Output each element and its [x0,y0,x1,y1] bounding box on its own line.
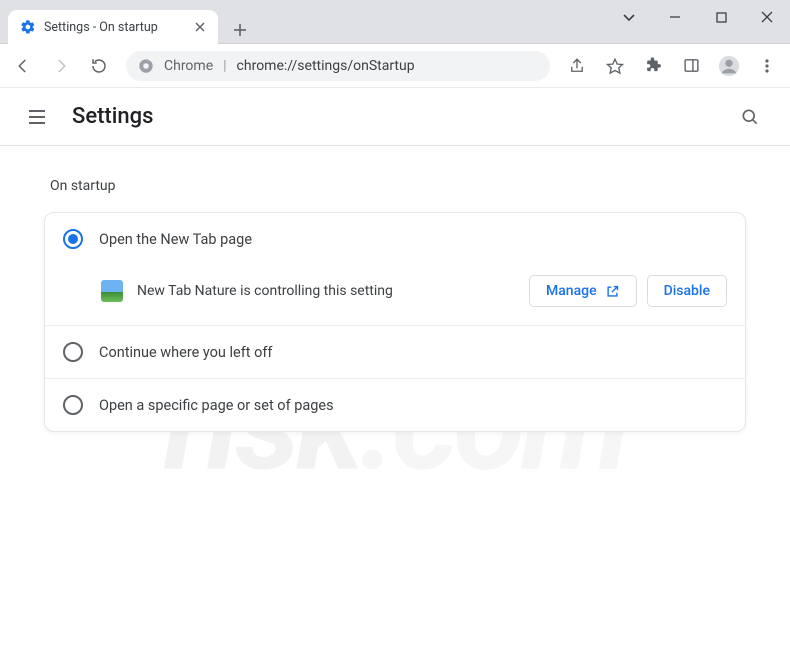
back-button[interactable] [6,49,40,83]
startup-options-card: Open the New Tab page New Tab Nature is … [44,212,746,432]
chrome-icon [138,58,154,74]
settings-content: On startup Open the New Tab page New Tab… [0,146,790,458]
extensions-icon[interactable] [636,49,670,83]
search-icon[interactable] [730,97,770,137]
section-title: On startup [50,178,740,194]
close-window-button[interactable] [744,0,790,34]
minimize-button[interactable] [652,0,698,34]
menu-icon[interactable] [750,49,784,83]
address-bar[interactable]: Chrome | chrome://settings/onStartup [126,51,550,81]
page-title: Settings [72,104,153,129]
share-icon[interactable] [560,49,594,83]
extension-control-notice: New Tab Nature is controlling this setti… [45,265,745,325]
manage-button[interactable]: Manage [529,275,637,307]
close-icon[interactable] [192,19,208,35]
radio-selected-icon[interactable] [63,229,83,249]
profile-avatar[interactable] [712,49,746,83]
settings-app-header: Settings [0,88,790,146]
omnibox-prefix: Chrome [164,58,213,74]
option-label: Open the New Tab page [99,231,252,248]
forward-button[interactable] [44,49,78,83]
option-open-new-tab[interactable]: Open the New Tab page [45,213,745,265]
browser-tab[interactable]: Settings - On startup [8,10,218,44]
reload-button[interactable] [82,49,116,83]
hamburger-menu-icon[interactable] [20,100,54,134]
option-specific-pages[interactable]: Open a specific page or set of pages [45,379,745,431]
chevron-down-icon[interactable] [606,0,652,34]
bookmark-icon[interactable] [598,49,632,83]
window-titlebar: Settings - On startup [0,0,790,44]
tab-title: Settings - On startup [44,20,158,35]
external-link-icon [605,284,620,299]
window-controls [606,0,790,34]
extension-notice-text: New Tab Nature is controlling this setti… [137,283,393,299]
tab-strip: Settings - On startup [0,0,254,44]
side-panel-icon[interactable] [674,49,708,83]
option-label: Open a specific page or set of pages [99,397,334,414]
omnibox-separator: | [223,58,226,74]
omnibox-url: chrome://settings/onStartup [237,58,415,74]
radio-unselected-icon[interactable] [63,395,83,415]
option-label: Continue where you left off [99,344,272,361]
manage-button-label: Manage [546,283,597,299]
browser-toolbar: Chrome | chrome://settings/onStartup [0,44,790,88]
gear-icon [20,19,36,35]
disable-button[interactable]: Disable [647,275,727,307]
radio-unselected-icon[interactable] [63,342,83,362]
maximize-button[interactable] [698,0,744,34]
extension-icon [101,280,123,302]
new-tab-button[interactable] [226,16,254,44]
option-continue[interactable]: Continue where you left off [45,326,745,378]
disable-button-label: Disable [664,283,710,299]
